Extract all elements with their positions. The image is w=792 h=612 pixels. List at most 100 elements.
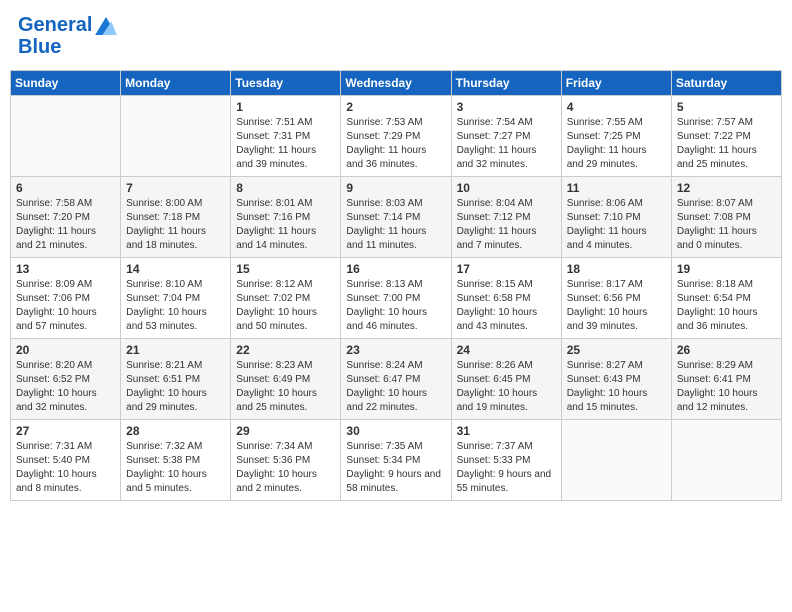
- calendar-cell: 23 Sunrise: 8:24 AM Sunset: 6:47 PM Dayli…: [341, 339, 451, 420]
- day-info: Sunrise: 8:07 AM Sunset: 7:08 PM Dayligh…: [677, 197, 776, 253]
- day-info: Sunrise: 8:13 AM Sunset: 7:00 PM Dayligh…: [346, 278, 445, 334]
- calendar-cell: 29Sunrise: 7:34 AM Sunset: 5:36 PM Dayli…: [231, 420, 341, 501]
- day-number: 21: [126, 343, 225, 357]
- day-info: Sunrise: 7:37 AM Sunset: 5:33 PM Dayligh…: [457, 440, 556, 496]
- day-number: 29: [236, 424, 335, 438]
- day-info: Sunrise: 8:17 AM Sunset: 6:56 PM Dayligh…: [567, 278, 666, 334]
- calendar-cell: 8Sunrise: 8:01 AM Sunset: 7:16 PM Daylig…: [231, 177, 341, 258]
- calendar-cell: 2Sunrise: 7:53 AM Sunset: 7:29 PM Daylig…: [341, 96, 451, 177]
- day-number: 7: [126, 181, 225, 195]
- calendar-cell: 11 Sunrise: 8:06 AM Sunset: 7:10 PM Dayli…: [561, 177, 671, 258]
- day-info: Sunrise: 7:53 AM Sunset: 7:29 PM Dayligh…: [346, 116, 445, 172]
- calendar-cell: 3 Sunrise: 7:54 AM Sunset: 7:27 PM Daylig…: [451, 96, 561, 177]
- day-info: Sunrise: 7:58 AM Sunset: 7:20 PM Dayligh…: [16, 197, 115, 253]
- day-info: Sunrise: 8:26 AM Sunset: 6:45 PM Dayligh…: [457, 359, 556, 415]
- day-info: Sunrise: 7:54 AM Sunset: 7:27 PM Dayligh…: [457, 116, 556, 172]
- calendar-cell: [121, 96, 231, 177]
- day-info: Sunrise: 8:27 AM Sunset: 6:43 PM Dayligh…: [567, 359, 666, 415]
- day-info: Sunrise: 8:18 AM Sunset: 6:54 PM Dayligh…: [677, 278, 776, 334]
- day-info: Sunrise: 8:15 AM Sunset: 6:58 PM Dayligh…: [457, 278, 556, 334]
- calendar-cell: 30 Sunrise: 7:35 AM Sunset: 5:34 PM Dayli…: [341, 420, 451, 501]
- day-number: 10: [457, 181, 556, 195]
- calendar-cell: [11, 96, 121, 177]
- day-number: 12: [677, 181, 776, 195]
- calendar-cell: 21 Sunrise: 8:21 AM Sunset: 6:51 PM Dayli…: [121, 339, 231, 420]
- day-info: Sunrise: 8:03 AM Sunset: 7:14 PM Dayligh…: [346, 197, 445, 253]
- calendar-cell: 4 Sunrise: 7:55 AM Sunset: 7:25 PM Daylig…: [561, 96, 671, 177]
- calendar-cell: 12 Sunrise: 8:07 AM Sunset: 7:08 PM Dayli…: [671, 177, 781, 258]
- calendar-cell: [671, 420, 781, 501]
- day-number: 17: [457, 262, 556, 276]
- calendar-cell: 17 Sunrise: 8:15 AM Sunset: 6:58 PM Dayli…: [451, 258, 561, 339]
- calendar-cell: 28 Sunrise: 7:32 AM Sunset: 5:38 PM Dayli…: [121, 420, 231, 501]
- logo: GeneralBlue: [18, 14, 117, 58]
- day-number: 22: [236, 343, 335, 357]
- day-info: Sunrise: 7:35 AM Sunset: 5:34 PM Dayligh…: [346, 440, 445, 496]
- day-info: Sunrise: 7:31 AM Sunset: 5:40 PM Dayligh…: [16, 440, 115, 496]
- calendar-cell: 27 Sunrise: 7:31 AM Sunset: 5:40 PM Dayli…: [11, 420, 121, 501]
- calendar-cell: 1 Sunrise: 7:51 AM Sunset: 7:31 PM Daylig…: [231, 96, 341, 177]
- calendar-cell: 6 Sunrise: 7:58 AM Sunset: 7:20 PM Daylig…: [11, 177, 121, 258]
- day-info: Sunrise: 8:24 AM Sunset: 6:47 PM Dayligh…: [346, 359, 445, 415]
- day-number: 11: [567, 181, 666, 195]
- calendar-cell: 14 Sunrise: 8:10 AM Sunset: 7:04 PM Dayli…: [121, 258, 231, 339]
- day-info: Sunrise: 7:55 AM Sunset: 7:25 PM Dayligh…: [567, 116, 666, 172]
- weekday-header-saturday: Saturday: [671, 71, 781, 96]
- day-info: Sunrise: 8:10 AM Sunset: 7:04 PM Dayligh…: [126, 278, 225, 334]
- day-number: 13: [16, 262, 115, 276]
- calendar-cell: 16 Sunrise: 8:13 AM Sunset: 7:00 PM Dayli…: [341, 258, 451, 339]
- calendar-cell: [561, 420, 671, 501]
- day-number: 1: [236, 100, 335, 114]
- day-info: Sunrise: 8:12 AM Sunset: 7:02 PM Dayligh…: [236, 278, 335, 334]
- day-number: 20: [16, 343, 115, 357]
- day-number: 19: [677, 262, 776, 276]
- day-info: Sunrise: 8:20 AM Sunset: 6:52 PM Dayligh…: [16, 359, 115, 415]
- calendar-cell: 5 Sunrise: 7:57 AM Sunset: 7:22 PM Daylig…: [671, 96, 781, 177]
- calendar-cell: 25 Sunrise: 8:27 AM Sunset: 6:43 PM Dayli…: [561, 339, 671, 420]
- weekday-header-monday: Monday: [121, 71, 231, 96]
- day-number: 28: [126, 424, 225, 438]
- calendar-cell: 20 Sunrise: 8:20 AM Sunset: 6:52 PM Dayli…: [11, 339, 121, 420]
- day-number: 27: [16, 424, 115, 438]
- weekday-header-tuesday: Tuesday: [231, 71, 341, 96]
- calendar-cell: 22 Sunrise: 8:23 AM Sunset: 6:49 PM Dayli…: [231, 339, 341, 420]
- day-number: 14: [126, 262, 225, 276]
- day-info: Sunrise: 7:57 AM Sunset: 7:22 PM Dayligh…: [677, 116, 776, 172]
- day-number: 23: [346, 343, 445, 357]
- calendar-cell: 9Sunrise: 8:03 AM Sunset: 7:14 PM Daylig…: [341, 177, 451, 258]
- day-number: 5: [677, 100, 776, 114]
- weekday-header-friday: Friday: [561, 71, 671, 96]
- day-number: 16: [346, 262, 445, 276]
- calendar-cell: 19 Sunrise: 8:18 AM Sunset: 6:54 PM Dayli…: [671, 258, 781, 339]
- calendar-cell: 18 Sunrise: 8:17 AM Sunset: 6:56 PM Dayli…: [561, 258, 671, 339]
- day-number: 18: [567, 262, 666, 276]
- day-info: Sunrise: 7:51 AM Sunset: 7:31 PM Dayligh…: [236, 116, 335, 172]
- day-number: 31: [457, 424, 556, 438]
- day-info: Sunrise: 8:23 AM Sunset: 6:49 PM Dayligh…: [236, 359, 335, 415]
- calendar-cell: 10 Sunrise: 8:04 AM Sunset: 7:12 PM Dayli…: [451, 177, 561, 258]
- calendar-cell: 15Sunrise: 8:12 AM Sunset: 7:02 PM Dayli…: [231, 258, 341, 339]
- day-info: Sunrise: 8:21 AM Sunset: 6:51 PM Dayligh…: [126, 359, 225, 415]
- day-info: Sunrise: 8:00 AM Sunset: 7:18 PM Dayligh…: [126, 197, 225, 253]
- day-info: Sunrise: 8:04 AM Sunset: 7:12 PM Dayligh…: [457, 197, 556, 253]
- day-number: 4: [567, 100, 666, 114]
- day-info: Sunrise: 7:32 AM Sunset: 5:38 PM Dayligh…: [126, 440, 225, 496]
- day-number: 30: [346, 424, 445, 438]
- day-number: 3: [457, 100, 556, 114]
- day-info: Sunrise: 8:29 AM Sunset: 6:41 PM Dayligh…: [677, 359, 776, 415]
- day-info: Sunrise: 8:09 AM Sunset: 7:06 PM Dayligh…: [16, 278, 115, 334]
- calendar-cell: 7 Sunrise: 8:00 AM Sunset: 7:18 PM Daylig…: [121, 177, 231, 258]
- day-info: Sunrise: 8:01 AM Sunset: 7:16 PM Dayligh…: [236, 197, 335, 253]
- page-header: GeneralBlue: [10, 10, 782, 62]
- day-info: Sunrise: 8:06 AM Sunset: 7:10 PM Dayligh…: [567, 197, 666, 253]
- weekday-header-thursday: Thursday: [451, 71, 561, 96]
- logo-text: GeneralBlue: [18, 14, 117, 58]
- calendar-cell: 26Sunrise: 8:29 AM Sunset: 6:41 PM Dayli…: [671, 339, 781, 420]
- weekday-header-wednesday: Wednesday: [341, 71, 451, 96]
- calendar-cell: 24 Sunrise: 8:26 AM Sunset: 6:45 PM Dayli…: [451, 339, 561, 420]
- calendar-cell: 31 Sunrise: 7:37 AM Sunset: 5:33 PM Dayli…: [451, 420, 561, 501]
- weekday-header-sunday: Sunday: [11, 71, 121, 96]
- day-number: 6: [16, 181, 115, 195]
- day-number: 24: [457, 343, 556, 357]
- day-number: 25: [567, 343, 666, 357]
